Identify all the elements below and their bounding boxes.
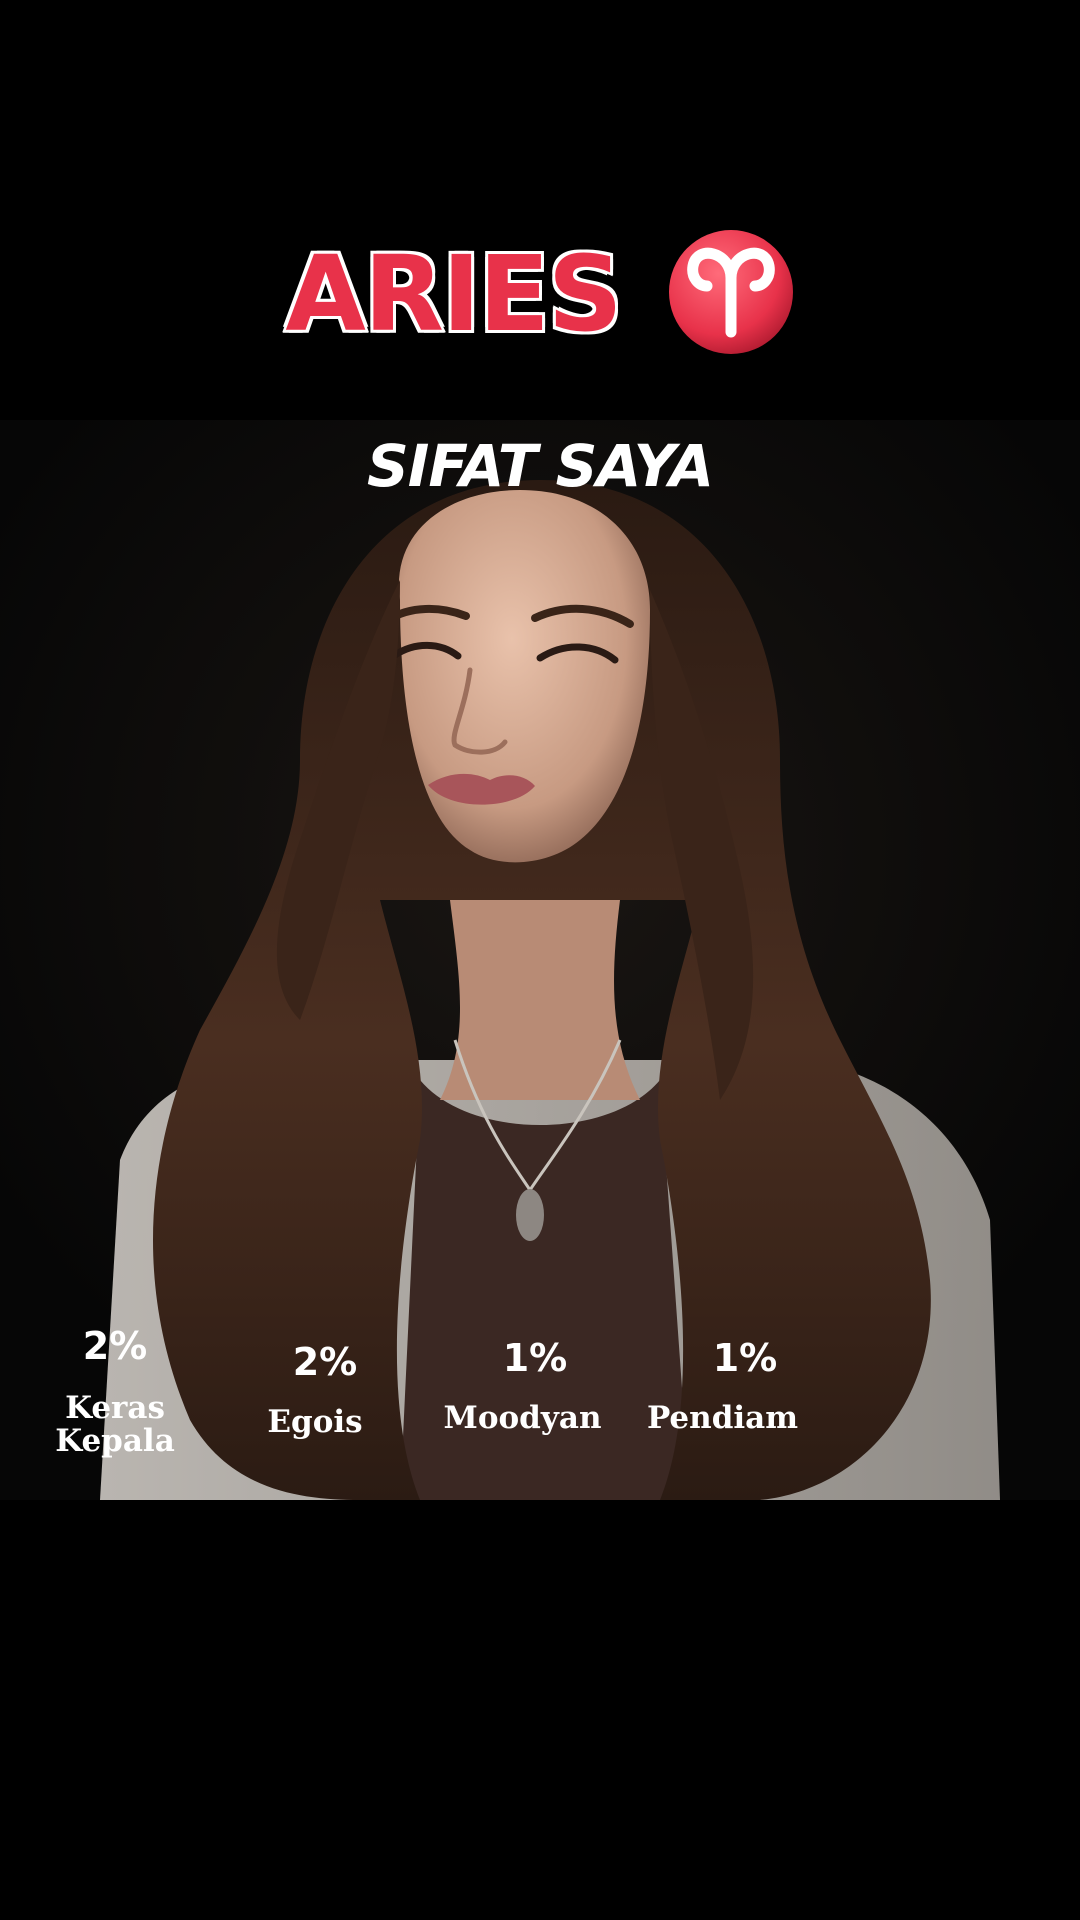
title-row: ARIES <box>0 222 1080 362</box>
trait-label: Keras Kepala <box>55 1390 175 1459</box>
trait-item: 1% Moodyan <box>440 1336 630 1435</box>
trait-label: Egois <box>267 1404 363 1440</box>
trait-percent: 2% <box>82 1324 148 1368</box>
section-subtitle: SIFAT SAYA <box>367 432 714 500</box>
trait-percent: 1% <box>502 1336 568 1380</box>
trait-item: 1% Pendiam <box>647 1336 840 1435</box>
trait-item: 2% Egois <box>250 1340 400 1439</box>
trait-percent: 1% <box>712 1336 778 1380</box>
zodiac-title: ARIES <box>283 233 625 355</box>
trait-item: 2% Keras Kepala <box>40 1324 190 1458</box>
trait-label: Pendiam <box>646 1400 799 1436</box>
trait-label: Moodyan <box>443 1400 602 1436</box>
trait-percent: 2% <box>292 1340 358 1384</box>
aries-zodiac-icon <box>668 230 793 354</box>
video-frame: ARIES SIFAT SAYA 2% Keras Kepala 2% Egoi… <box>0 0 1080 1920</box>
